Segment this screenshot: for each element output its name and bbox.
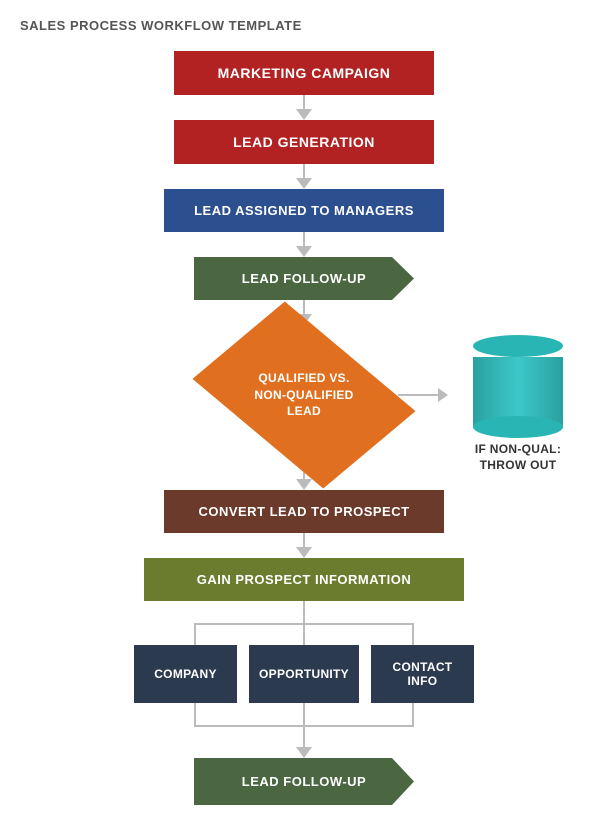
- cylinder-shape: [473, 335, 563, 438]
- arrow-right-line: [398, 394, 438, 396]
- arrow-7: [296, 747, 312, 758]
- nonqual-cylinder-group: IF NON-QUAL: THROW OUT: [468, 335, 568, 473]
- connector-4: [303, 300, 305, 314]
- arrow-6: [296, 547, 312, 558]
- connector-3: [303, 232, 305, 246]
- arrow-3: [296, 246, 312, 257]
- opportunity-box: OPPORTUNITY: [249, 645, 359, 703]
- nonqual-label: IF NON-QUAL: THROW OUT: [475, 442, 561, 473]
- diamond-row: QUALIFIED vs. NON-QUALIFIED LEAD IF NON-…: [20, 325, 588, 465]
- arrow-right-nonqual: [398, 388, 448, 402]
- flowchart: MARKETING CAMPAIGN LEAD GENERATION LEAD …: [20, 51, 588, 805]
- lead-assigned-box: LEAD ASSIGNED TO MANAGERS: [164, 189, 444, 232]
- gain-prospect-box: GAIN PROSPECT INFORMATION: [144, 558, 464, 601]
- merge-left-vert: [194, 703, 196, 725]
- lead-generation-box: LEAD GENERATION: [174, 120, 434, 164]
- merge-center-down: [303, 725, 305, 747]
- split-right-vert: [412, 623, 414, 645]
- cylinder-top: [473, 335, 563, 357]
- connector-2: [303, 164, 305, 178]
- lead-followup-2-box: LEAD FOLLOW-UP: [194, 758, 414, 805]
- company-box: COMPANY: [134, 645, 237, 703]
- branches-row: COMPANY OPPORTUNITY CONTACT INFO: [134, 645, 474, 703]
- marketing-campaign-box: MARKETING CAMPAIGN: [174, 51, 434, 95]
- merge-section: [134, 703, 474, 747]
- contact-info-box: CONTACT INFO: [371, 645, 474, 703]
- diamond-label: QUALIFIED vs. NON-QUALIFIED LEAD: [254, 370, 353, 420]
- convert-lead-box: CONVERT LEAD TO PROSPECT: [164, 490, 444, 533]
- arrow-right-head: [438, 388, 448, 402]
- split-left-vert: [194, 623, 196, 645]
- page-title: SALES PROCESS WORKFLOW TEMPLATE: [20, 18, 588, 33]
- qualified-diamond: QUALIFIED vs. NON-QUALIFIED LEAD: [204, 330, 404, 460]
- arrow-5: [296, 479, 312, 490]
- arrow-1: [296, 109, 312, 120]
- merge-right-vert: [412, 703, 414, 725]
- arrow-2: [296, 178, 312, 189]
- split-horiz-line: [194, 623, 414, 625]
- contact-info-label: CONTACT INFO: [393, 660, 453, 688]
- connector-1: [303, 95, 305, 109]
- connector-6: [303, 533, 305, 547]
- lead-followup-1-box: LEAD FOLLOW-UP: [194, 257, 414, 300]
- cylinder-bottom: [473, 416, 563, 438]
- merge-center-vert: [303, 703, 305, 725]
- split-section: [134, 601, 474, 645]
